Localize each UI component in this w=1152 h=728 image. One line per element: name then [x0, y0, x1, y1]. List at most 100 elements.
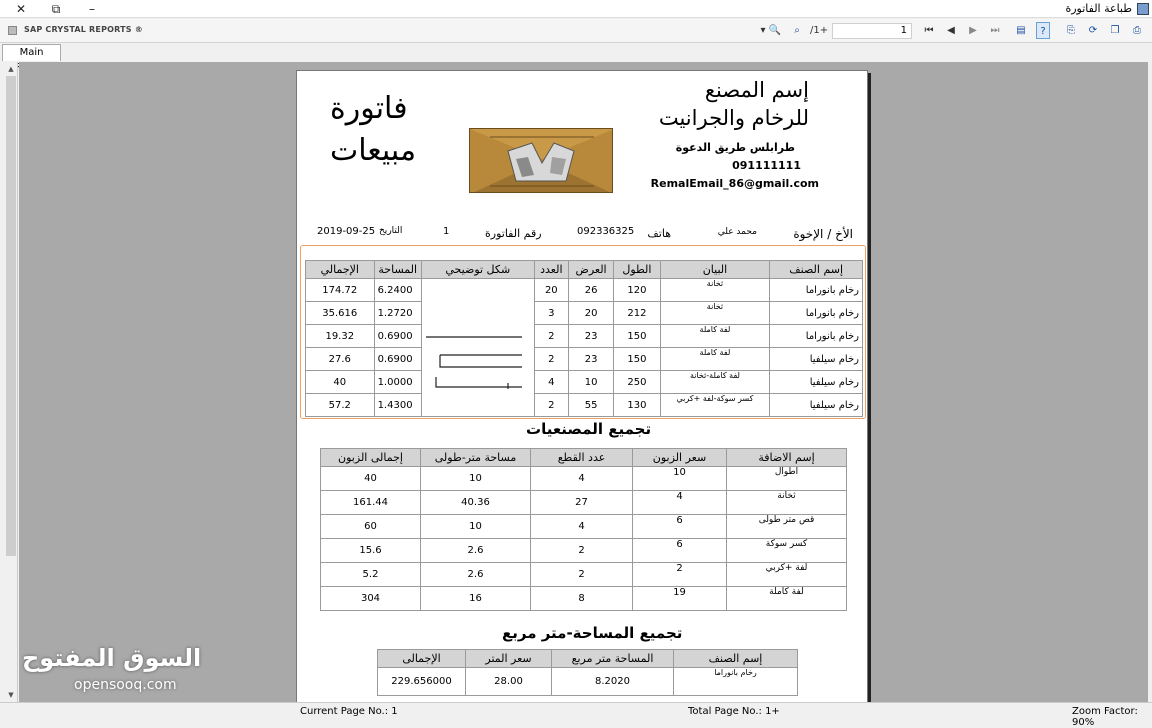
manufacturing-cell: لفة +كربي: [726, 562, 847, 587]
items-cell: 26: [567, 278, 615, 302]
area-summary-title: تجميع المساحة-متر مربع: [502, 624, 683, 642]
close-window-button[interactable]: ✕: [12, 1, 30, 17]
app-icon: [1137, 3, 1149, 15]
items-cell: ثخانة: [659, 278, 771, 302]
refresh-icon[interactable]: ⟳: [1086, 22, 1100, 39]
manufacturing-cell: 4: [530, 514, 633, 539]
items-cell: 23: [567, 347, 615, 371]
scroll-up-icon[interactable]: ▲: [6, 64, 16, 74]
manufacturing-title: تجميع المصنعيات: [526, 420, 652, 438]
items-row: رخام سيلفيا كسر سوكة-لفة +كربي 130 55 2 1.430…: [305, 393, 863, 417]
items-cell: كسر سوكة-لفة +كربي: [659, 393, 771, 417]
items-cell: 2: [533, 393, 569, 417]
items-cell: رخام سيلفيا: [769, 370, 863, 394]
page-number-input[interactable]: 1: [832, 23, 912, 39]
page-of-label: /1+: [810, 25, 829, 36]
scroll-down-icon[interactable]: ▼: [6, 690, 16, 700]
zoom-icon[interactable]: 🔍: [768, 22, 782, 39]
invoice-number: 1: [443, 226, 450, 237]
manufacturing-cell: كسر سوكة: [726, 538, 847, 563]
area-summary-row: رخام بانوراما 8.2020 28.00 229.656000: [377, 667, 798, 696]
watermark-arabic: السوق المفتوح: [22, 644, 202, 672]
items-cell: لفة كاملة: [659, 324, 771, 348]
manufacturing-cell: 15.6: [320, 538, 421, 563]
group-tree-icon[interactable]: ▤: [1014, 22, 1028, 39]
copy-icon[interactable]: ❐: [1108, 22, 1122, 39]
manufacturing-header-cell: مساحة متر-طولى: [420, 448, 531, 467]
company-email: RemalEmail_86@gmail.com: [650, 177, 819, 190]
manufacturing-cell: 10: [420, 514, 531, 539]
items-cell: 20: [567, 301, 615, 325]
previous-page-icon[interactable]: ◀: [944, 22, 958, 39]
items-row: رخام بانوراما ثخانة 212 20 3 1.2720 35.616: [305, 301, 863, 325]
status-bar: Current Page No.: 1 Total Page No.: 1+ Z…: [0, 702, 1152, 728]
items-cell: 250: [613, 370, 661, 394]
items-cell: رخام بانوراما: [769, 301, 863, 325]
phone-label: هاتف: [647, 227, 671, 240]
manufacturing-cell: 6: [632, 514, 727, 539]
manufacturing-cell: أطوال: [726, 466, 847, 491]
area-summary-header-row: إسم الصنف المساحة متر مربع سعر المتر الإجما…: [377, 649, 798, 668]
items-cell: 40: [305, 370, 375, 394]
items-cell: 4: [533, 370, 569, 394]
manufacturing-cell: 4: [632, 490, 727, 515]
next-page-icon[interactable]: ▶: [966, 22, 980, 39]
items-cell: 57.2: [305, 393, 375, 417]
manufacturing-header-cell: سعر الزبون: [632, 448, 727, 467]
manufacturing-header-cell: إسم الاضافة: [726, 448, 847, 467]
manufacturing-cell: 2: [530, 538, 633, 563]
items-header-cell: شكل توضيحي: [420, 260, 535, 279]
invoice-date: 2019-09-25: [317, 226, 376, 237]
last-page-icon[interactable]: ⏭: [988, 22, 1002, 39]
manufacturing-row: لفة +كربي 2 2 2.6 5.2: [320, 562, 847, 587]
manufacturing-cell: لفة كاملة: [726, 586, 847, 611]
watermark-latin: opensooq.com: [74, 677, 177, 693]
area-summary-header-cell: إسم الصنف: [673, 649, 798, 668]
items-cell: 212: [613, 301, 661, 325]
help-icon[interactable]: ?: [1036, 22, 1050, 39]
find-icon[interactable]: ⌕: [790, 22, 804, 39]
date-label: التاريخ: [379, 226, 403, 236]
manufacturing-cell: 16: [420, 586, 531, 611]
vertical-scrollbar[interactable]: ▲ ▼: [4, 62, 18, 702]
items-cell: 10: [567, 370, 615, 394]
minimize-window-button[interactable]: –: [83, 1, 101, 17]
items-header-cell: البيان: [659, 260, 771, 279]
brand-label: SAP CRYSTAL REPORTS ®: [24, 25, 143, 34]
items-cell: رخام سيلفيا: [769, 393, 863, 417]
items-cell: 19.32: [305, 324, 375, 348]
manufacturing-row: كسر سوكة 6 2 2.6 15.6: [320, 538, 847, 563]
current-page-status: Current Page No.: 1: [300, 706, 398, 717]
area-summary-cell: رخام بانوراما: [673, 667, 798, 696]
manufacturing-header-row: إسم الاضافة سعر الزبون عدد القطع مساحة متر-…: [320, 448, 847, 467]
total-page-status: Total Page No.: 1+: [688, 706, 780, 717]
items-cell: لفة كاملة-ثخانة: [659, 370, 771, 394]
manufacturing-row: قص متر طولى 6 4 10 60: [320, 514, 847, 539]
items-header-cell: الطول: [613, 260, 661, 279]
items-cell: 150: [613, 324, 661, 348]
report-viewer[interactable]: إسم المصنع للرخام والجرانيت طرابلس طريق …: [19, 62, 1148, 710]
tab-main-report[interactable]: Main Report: [2, 44, 61, 73]
first-page-icon[interactable]: ⏮: [922, 22, 936, 39]
manufacturing-row: أطوال 10 4 10 40: [320, 466, 847, 491]
items-cell: رخام بانوراما: [769, 278, 863, 302]
items-header-cell: المساحة: [373, 260, 422, 279]
tab-row: Main Report: [0, 43, 1152, 73]
restore-window-button[interactable]: ⧉: [47, 1, 65, 17]
manufacturing-cell: 40: [320, 466, 421, 491]
manufacturing-cell: 5.2: [320, 562, 421, 587]
manufacturing-cell: قص متر طولى: [726, 514, 847, 539]
customer-phone: 092336325: [577, 226, 635, 237]
print-icon[interactable]: ⎙: [1130, 22, 1144, 39]
export-icon[interactable]: ⎘: [1064, 22, 1078, 39]
crystal-reports-icon: [8, 26, 17, 35]
items-cell: 150: [613, 347, 661, 371]
manufacturing-cell: 304: [320, 586, 421, 611]
items-cell: 2: [533, 324, 569, 348]
report-toolbar: SAP CRYSTAL REPORTS ® ▾ 🔍 ⌕ /1+ 1 ⏮ ◀ ▶ …: [0, 19, 1152, 43]
scroll-thumb[interactable]: [6, 76, 16, 556]
items-cell: 1.4300: [373, 393, 422, 417]
manufacturing-cell: 8: [530, 586, 633, 611]
invoice-number-label: رقم الفاتورة: [485, 227, 542, 240]
items-cell: 120: [613, 278, 661, 302]
